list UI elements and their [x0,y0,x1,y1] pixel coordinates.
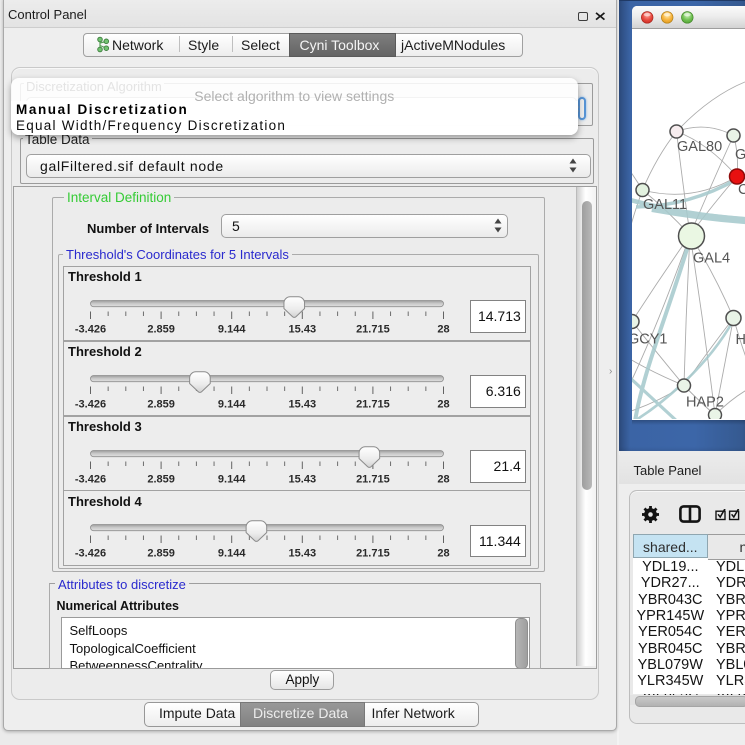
svg-text:9.144: 9.144 [218,473,246,485]
svg-text:9.144: 9.144 [218,398,246,410]
svg-text:15.43: 15.43 [289,323,317,335]
svg-text:GCY1: GCY1 [632,331,668,347]
svg-text:21.715: 21.715 [356,398,390,410]
svg-text:GAL4: GAL4 [693,250,730,266]
svg-text:2.859: 2.859 [147,398,175,410]
svg-text:2.859: 2.859 [147,473,175,485]
svg-text:21.715: 21.715 [356,323,390,335]
svg-text:-3.426: -3.426 [75,473,106,485]
svg-text:28: 28 [437,473,449,485]
svg-text:15.43: 15.43 [289,548,317,560]
svg-text:28: 28 [437,323,449,335]
svg-text:21.715: 21.715 [356,548,390,560]
svg-text:28: 28 [437,548,449,560]
svg-text:HAP2: HAP2 [686,394,724,410]
svg-text:-3.426: -3.426 [75,548,106,560]
svg-text:28: 28 [437,398,449,410]
svg-text:H: H [735,332,745,348]
svg-text:-3.426: -3.426 [75,323,106,335]
svg-text:GA: GA [735,147,745,163]
svg-text:9.144: 9.144 [218,548,246,560]
svg-text:15.43: 15.43 [289,398,317,410]
svg-text:2.859: 2.859 [147,548,175,560]
svg-text:9.144: 9.144 [218,323,246,335]
svg-text:GAL80: GAL80 [677,139,722,155]
svg-text:-3.426: -3.426 [75,398,106,410]
svg-text:2.859: 2.859 [147,323,175,335]
svg-text:21.715: 21.715 [356,473,390,485]
svg-text:GAL11: GAL11 [643,197,687,213]
svg-text:C: C [738,182,745,198]
svg-text:15.43: 15.43 [289,473,317,485]
